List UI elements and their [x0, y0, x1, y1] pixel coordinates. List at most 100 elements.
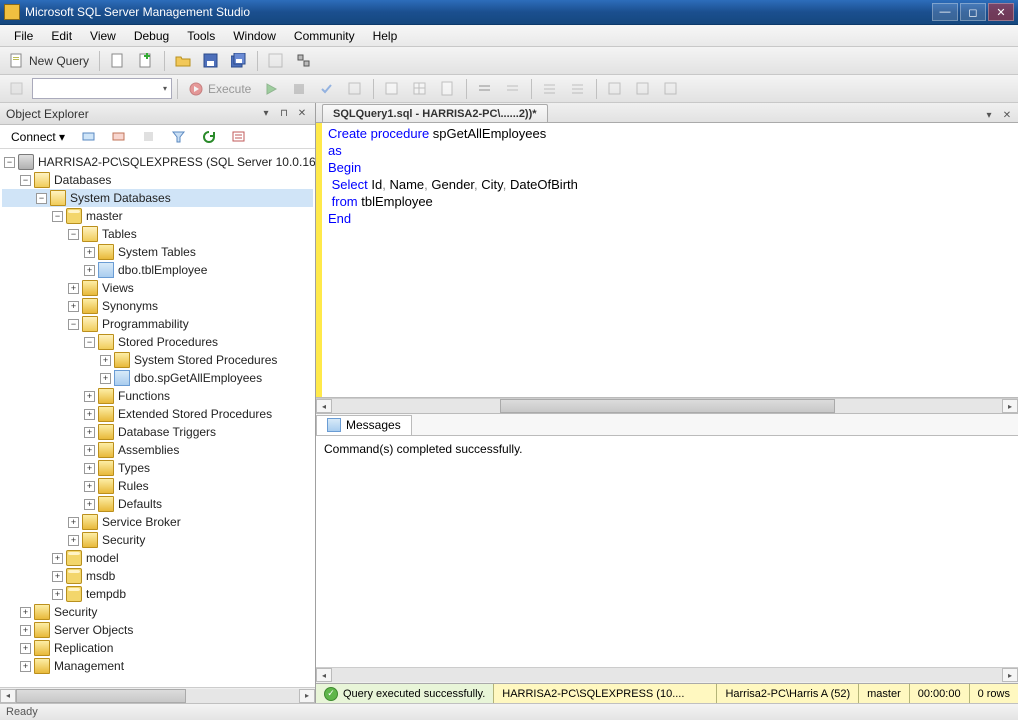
messages-text: Command(s) completed successfully. — [324, 442, 523, 456]
scroll-left-icon[interactable]: ◂ — [0, 689, 16, 703]
estimated-plan-button[interactable] — [342, 78, 368, 100]
connect-oe-button[interactable] — [76, 126, 102, 148]
pin-icon[interactable]: ⊓ — [277, 107, 291, 121]
tree-tempdb[interactable]: +tempdb — [2, 585, 313, 603]
refresh-oe-button[interactable] — [196, 126, 222, 148]
tree-spgetallemployees[interactable]: +dbo.spGetAllEmployees — [2, 369, 313, 387]
tree-rules[interactable]: +Rules — [2, 477, 313, 495]
tree-system-tables[interactable]: +System Tables — [2, 243, 313, 261]
indent-button[interactable] — [537, 78, 563, 100]
tree-system-databases[interactable]: −System Databases — [2, 189, 313, 207]
connect-button[interactable]: Connect ▾ — [4, 127, 72, 147]
close-panel-icon[interactable]: ✕ — [295, 107, 309, 121]
scroll-right-icon[interactable]: ▸ — [1002, 399, 1018, 413]
scroll-right-icon[interactable]: ▸ — [299, 689, 315, 703]
tree-stored-procedures[interactable]: −Stored Procedures — [2, 333, 313, 351]
close-button[interactable]: ✕ — [988, 3, 1014, 21]
tree-ext-stored-procedures[interactable]: +Extended Stored Procedures — [2, 405, 313, 423]
stop-icon — [291, 81, 307, 97]
tree-security-db[interactable]: +Security — [2, 531, 313, 549]
dropdown-icon[interactable]: ▾ — [259, 107, 273, 121]
scroll-thumb[interactable] — [500, 399, 835, 413]
code-content[interactable]: Create procedure spGetAllEmployeesasBegi… — [322, 123, 584, 397]
debug-button[interactable] — [258, 78, 284, 100]
save-all-button[interactable] — [226, 50, 252, 72]
document-tab[interactable]: SQLQuery1.sql - HARRISA2-PC\......2))* — [322, 104, 548, 122]
tab-list-icon[interactable]: ▾ — [982, 108, 996, 122]
filter-oe-button[interactable] — [166, 126, 192, 148]
parse-button[interactable] — [314, 78, 340, 100]
results-text-button[interactable] — [379, 78, 405, 100]
tab-close-icon[interactable]: ✕ — [1000, 108, 1014, 122]
tree-database-triggers[interactable]: +Database Triggers — [2, 423, 313, 441]
tree-replication[interactable]: +Replication — [2, 639, 313, 657]
comment-button[interactable] — [472, 78, 498, 100]
menu-edit[interactable]: Edit — [43, 27, 80, 45]
tree-synonyms[interactable]: +Synonyms — [2, 297, 313, 315]
tree-security[interactable]: +Security — [2, 603, 313, 621]
tree-system-stored-procedures[interactable]: +System Stored Procedures — [2, 351, 313, 369]
tree-views[interactable]: +Views — [2, 279, 313, 297]
maximize-button[interactable]: ◻ — [960, 3, 986, 21]
minimize-button[interactable]: — — [932, 3, 958, 21]
results-file-button[interactable] — [435, 78, 461, 100]
object-explorer-tree[interactable]: −HARRISA2-PC\SQLEXPRESS (SQL Server 10.0… — [0, 149, 315, 687]
tree-server-objects[interactable]: +Server Objects — [2, 621, 313, 639]
sidebar-scrollbar[interactable]: ◂ ▸ — [0, 687, 315, 703]
menu-view[interactable]: View — [82, 27, 124, 45]
code-editor[interactable]: Create procedure spGetAllEmployeesasBegi… — [316, 123, 1018, 398]
messages-tab[interactable]: Messages — [316, 415, 412, 435]
open-button[interactable] — [170, 50, 196, 72]
uncomment-button[interactable] — [500, 78, 526, 100]
editor-scrollbar[interactable]: ◂ ▸ — [316, 398, 1018, 414]
connection-button[interactable] — [4, 78, 30, 100]
new-query-button[interactable]: New Query — [4, 50, 94, 72]
tree-tables[interactable]: −Tables — [2, 225, 313, 243]
tree-service-broker[interactable]: +Service Broker — [2, 513, 313, 531]
disconnect-oe-button[interactable] — [106, 126, 132, 148]
tree-programmability[interactable]: −Programmability — [2, 315, 313, 333]
results-tabstrip: Messages — [316, 414, 1018, 436]
tree-functions[interactable]: +Functions — [2, 387, 313, 405]
menu-debug[interactable]: Debug — [126, 27, 177, 45]
status-user: Harrisa2-PC\Harris A (52) — [717, 684, 859, 703]
options-oe-button[interactable] — [226, 126, 252, 148]
stop-button[interactable] — [286, 78, 312, 100]
tree-master[interactable]: −master — [2, 207, 313, 225]
messages-scrollbar[interactable]: ◂ ▸ — [316, 667, 1018, 683]
execute-button[interactable]: Execute — [183, 78, 256, 100]
stop2-icon — [141, 129, 157, 145]
menu-tools[interactable]: Tools — [179, 27, 223, 45]
outdent-button[interactable] — [565, 78, 591, 100]
messages-pane[interactable]: Command(s) completed successfully. — [316, 436, 1018, 667]
menu-community[interactable]: Community — [286, 27, 363, 45]
tree-types[interactable]: +Types — [2, 459, 313, 477]
tree-server-root[interactable]: −HARRISA2-PC\SQLEXPRESS (SQL Server 10.0… — [2, 153, 313, 171]
menu-file[interactable]: File — [6, 27, 41, 45]
tree-management[interactable]: +Management — [2, 657, 313, 675]
registered-servers-button[interactable] — [291, 50, 317, 72]
tree-model[interactable]: +model — [2, 549, 313, 567]
include-stats-button[interactable] — [658, 78, 684, 100]
new-file-button[interactable] — [133, 50, 159, 72]
include-plan-button[interactable] — [630, 78, 656, 100]
scroll-left-icon[interactable]: ◂ — [316, 668, 332, 682]
database-combo[interactable]: ▾ — [32, 78, 172, 99]
specify-values-button[interactable] — [602, 78, 628, 100]
scroll-left-icon[interactable]: ◂ — [316, 399, 332, 413]
results-grid-button[interactable] — [407, 78, 433, 100]
tree-msdb[interactable]: +msdb — [2, 567, 313, 585]
menu-help[interactable]: Help — [365, 27, 406, 45]
save-button[interactable] — [198, 50, 224, 72]
tree-tblemployee[interactable]: +dbo.tblEmployee — [2, 261, 313, 279]
activity-button[interactable] — [263, 50, 289, 72]
tree-defaults[interactable]: +Defaults — [2, 495, 313, 513]
tree-databases[interactable]: −Databases — [2, 171, 313, 189]
tree-assemblies[interactable]: +Assemblies — [2, 441, 313, 459]
scroll-thumb[interactable] — [16, 689, 186, 703]
stop-oe-button[interactable] — [136, 126, 162, 148]
menu-window[interactable]: Window — [225, 27, 284, 45]
scroll-right-icon[interactable]: ▸ — [1002, 668, 1018, 682]
new-project-button[interactable] — [105, 50, 131, 72]
status-time: 00:00:00 — [910, 684, 970, 703]
